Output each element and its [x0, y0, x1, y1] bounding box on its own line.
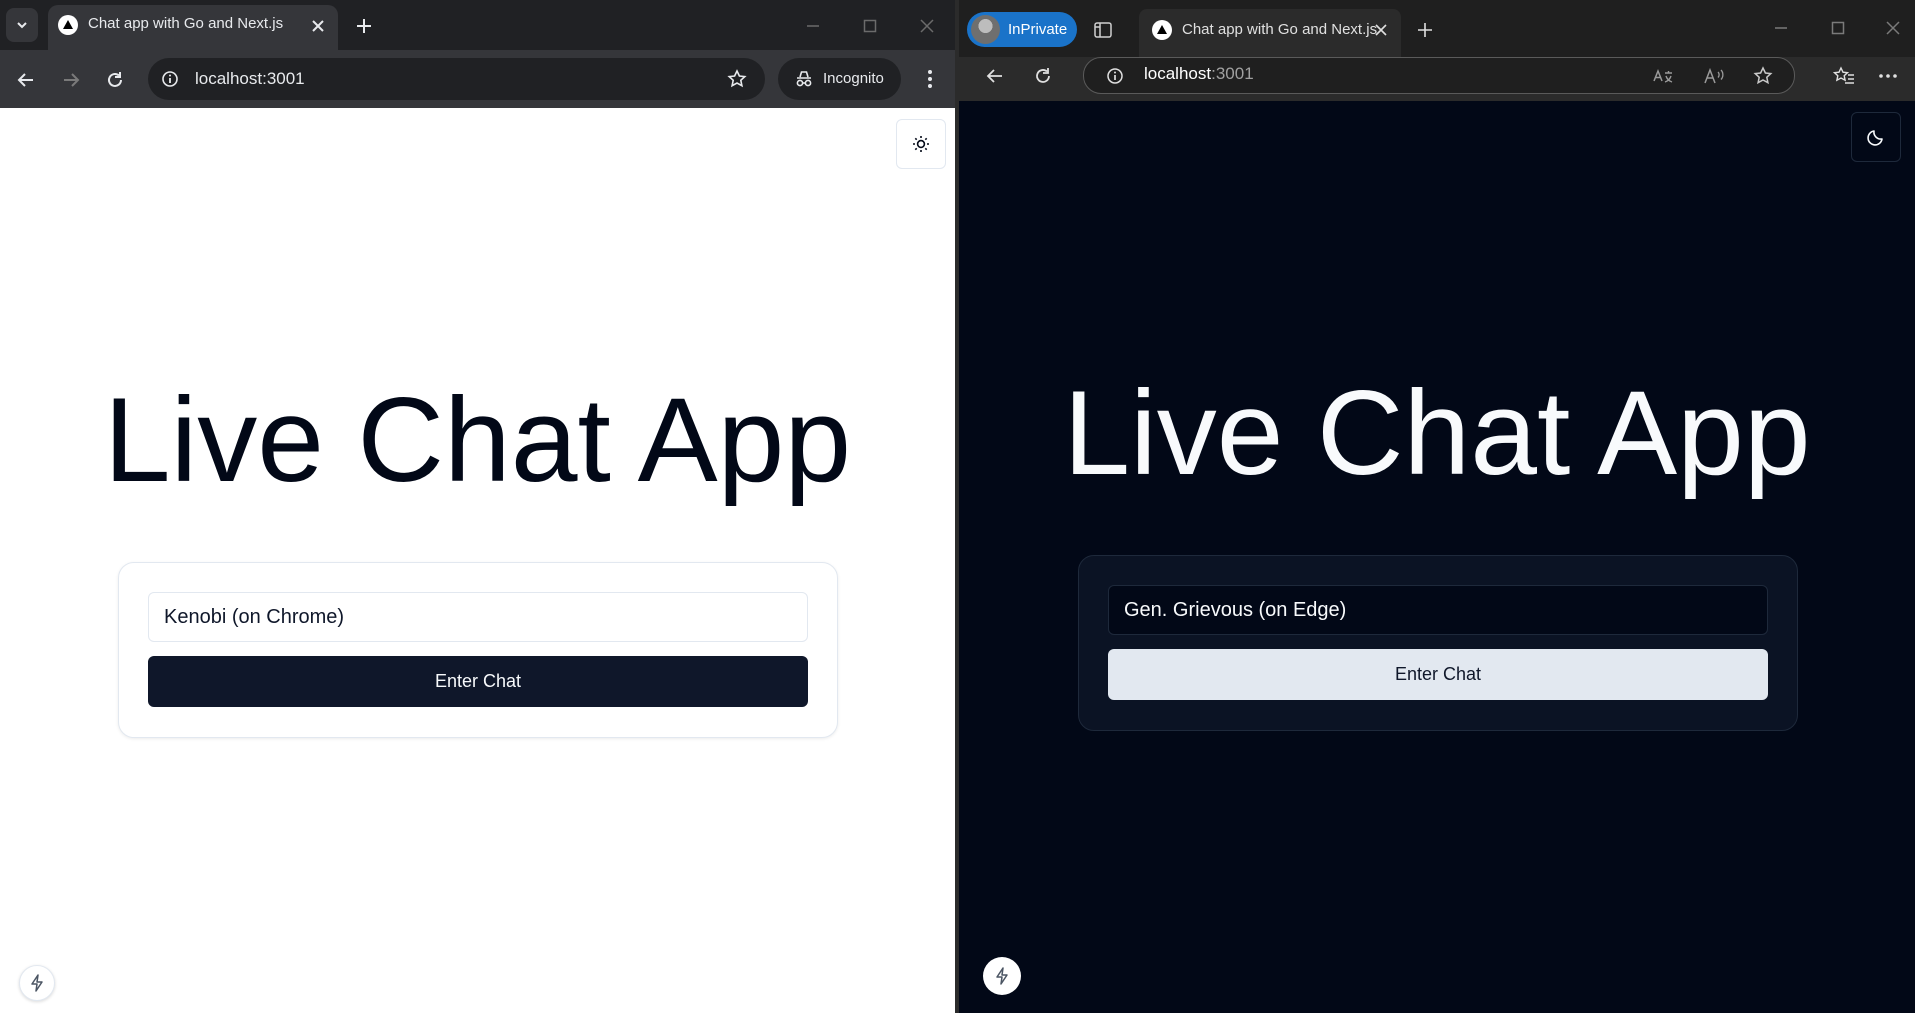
minimize-icon [1775, 27, 1787, 29]
username-input[interactable] [1108, 585, 1768, 635]
maximize-button[interactable] [854, 10, 886, 42]
new-tab-button[interactable] [350, 12, 378, 40]
close-icon [920, 19, 934, 33]
theme-toggle-button[interactable] [896, 119, 946, 169]
maximize-icon [863, 19, 877, 33]
address-bar-url[interactable]: localhost:3001 [1144, 64, 1254, 84]
chrome-window: Chat app with Go and Next.js localhost:3… [0, 0, 955, 1013]
translate-icon [1653, 68, 1673, 83]
more-horizontal-icon [1879, 74, 1897, 78]
moon-icon [1867, 130, 1883, 146]
plus-icon [357, 19, 371, 33]
arrow-left-icon [986, 69, 1002, 83]
back-button[interactable] [979, 60, 1011, 92]
site-info-icon[interactable] [1103, 64, 1127, 88]
close-icon [1375, 24, 1387, 36]
edge-tab-title: Chat app with Go and Next.js [1182, 21, 1378, 38]
tab-actions-icon [1094, 22, 1112, 38]
page-title: Live Chat App [103, 373, 852, 507]
enter-chat-button[interactable]: Enter Chat [148, 656, 808, 707]
reload-button[interactable] [1027, 60, 1059, 92]
reload-icon [108, 72, 122, 87]
new-tab-button[interactable] [1411, 16, 1439, 44]
close-tab-button[interactable] [306, 14, 330, 38]
maximize-button[interactable] [1822, 12, 1854, 44]
favorites-icon [1833, 66, 1854, 84]
avatar [971, 15, 1000, 44]
maximize-icon [1831, 21, 1845, 35]
close-window-button[interactable] [911, 10, 943, 42]
more-vertical-icon [928, 70, 932, 88]
reload-button[interactable] [99, 64, 131, 96]
add-favorite-button[interactable] [1749, 63, 1777, 89]
chevron-down-icon [17, 22, 27, 29]
minimize-button[interactable] [1765, 12, 1797, 44]
close-window-button[interactable] [1877, 12, 1909, 44]
minimize-icon [807, 25, 819, 27]
chrome-menu-button[interactable] [915, 64, 945, 94]
read-aloud-button[interactable] [1700, 63, 1728, 89]
close-icon [1886, 21, 1900, 35]
close-tab-button[interactable] [1369, 18, 1393, 42]
tab-favicon-icon [58, 15, 78, 35]
read-aloud-icon [1704, 67, 1724, 84]
arrow-right-icon [64, 73, 80, 87]
theme-toggle-button[interactable] [1851, 112, 1901, 162]
page-title: Live Chat App [1063, 366, 1811, 500]
join-form-card [118, 562, 838, 738]
nextjs-dev-tools-button[interactable] [19, 965, 55, 1001]
lightning-icon [31, 974, 43, 992]
nextjs-dev-tools-button[interactable] [983, 957, 1021, 995]
inprivate-label: InPrivate [1008, 21, 1068, 38]
site-info-icon[interactable] [158, 67, 182, 91]
back-button[interactable] [10, 64, 42, 96]
incognito-icon [793, 68, 815, 90]
incognito-label: Incognito [823, 70, 884, 87]
arrow-left-icon [17, 73, 33, 87]
enter-chat-button[interactable]: Enter Chat [1108, 649, 1768, 700]
minimize-button[interactable] [797, 10, 829, 42]
translate-button[interactable] [1649, 63, 1677, 89]
star-icon [1753, 66, 1773, 85]
star-icon [727, 69, 747, 88]
address-bar-url[interactable]: localhost:3001 [195, 69, 305, 89]
edge-window: InPrivate Chat app with Go and Next.js l… [959, 0, 1915, 1013]
url-host: localhost [1144, 64, 1212, 83]
reload-icon [1036, 68, 1050, 83]
tab-search-button[interactable] [6, 8, 38, 42]
settings-menu-button[interactable] [1873, 61, 1903, 91]
sun-icon [913, 136, 929, 152]
close-icon [312, 20, 324, 32]
bookmark-star-button[interactable] [724, 66, 750, 92]
chrome-tab-title: Chat app with Go and Next.js [88, 15, 284, 32]
tab-actions-button[interactable] [1089, 16, 1117, 44]
url-port: :3001 [1211, 64, 1254, 83]
join-form-card [1078, 555, 1798, 731]
favorites-button[interactable] [1829, 61, 1859, 91]
tab-favicon-icon [1152, 20, 1172, 40]
username-input[interactable] [148, 592, 808, 642]
plus-icon [1418, 23, 1432, 37]
forward-button[interactable] [55, 64, 87, 96]
lightning-icon [996, 967, 1008, 985]
